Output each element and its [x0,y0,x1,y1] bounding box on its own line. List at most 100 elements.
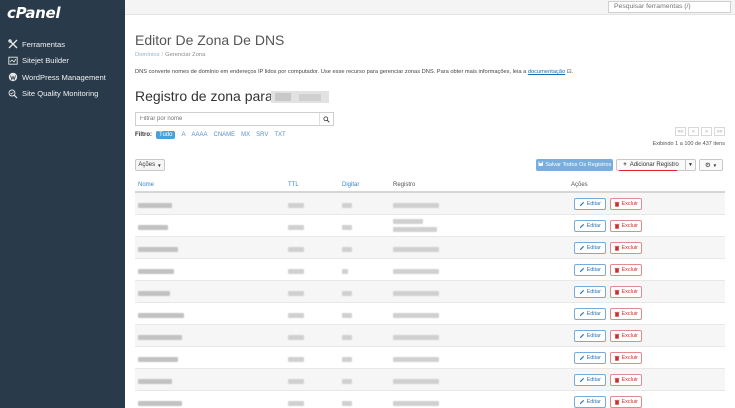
tools-icon [7,39,18,50]
delete-button[interactable]: Excluir [610,351,642,364]
breadcrumb: Domínios / Gerenciar Zona [135,52,205,58]
gear-icon: ⚙ [704,162,711,169]
pencil-icon [579,399,585,405]
sidebar: cPanel Ferramentas Sitejet Builder WordP… [0,0,125,408]
cell-ttl [288,195,342,213]
sidebar-nav: Ferramentas Sitejet Builder WordPress Ma… [0,36,125,102]
redacted-name [138,312,184,318]
redacted-ttl [288,356,304,362]
delete-button[interactable]: Excluir [610,219,642,232]
filter-input[interactable] [136,113,311,125]
redacted-name [138,334,182,340]
sidebar-item-ferramentas[interactable]: Ferramentas [0,36,125,52]
delete-button[interactable]: Excluir [610,263,642,276]
search-icon[interactable] [319,113,333,125]
redacted-domain [271,91,329,103]
next-page-button[interactable]: > [701,127,712,136]
edit-button[interactable]: Editar [574,197,606,210]
edit-button[interactable]: Editar [574,329,606,342]
edit-button[interactable]: Editar [574,241,606,254]
filter-option-srv[interactable]: SRV [256,132,268,138]
settings-dropdown-button[interactable]: ⚙ ▼ [699,159,723,171]
cell-ttl [288,217,342,235]
tool-search [608,1,731,13]
cell-actions: Editar Excluir [571,241,725,254]
cell-ttl [288,327,342,345]
sidebar-item-sitejet[interactable]: Sitejet Builder [0,53,125,69]
delete-label: Excluir [621,288,638,295]
delete-button[interactable]: Excluir [610,197,642,210]
breadcrumb-root-link[interactable]: Domínios [135,52,159,58]
edit-button[interactable]: Editar [574,263,606,276]
actions-label: Ações [138,162,156,168]
cell-name [135,393,288,408]
cell-type [342,239,393,257]
redacted-ttl [288,334,304,340]
table-row: Editar Excluir [135,369,725,391]
edit-label: Editar [586,354,601,361]
sidebar-item-site-quality[interactable]: Site Quality Monitoring [0,86,125,102]
tool-search-input[interactable] [614,3,725,10]
edit-label: Editar [586,200,601,207]
cell-actions: Editar Excluir [571,285,725,298]
delete-button[interactable]: Excluir [610,307,642,320]
redacted-record [393,202,439,208]
cell-name [135,371,288,389]
delete-button[interactable]: Excluir [610,395,642,408]
main-content: Editor De Zona De DNS Domínios / Gerenciar… [125,15,735,408]
delete-button[interactable]: Excluir [610,241,642,254]
redacted-ttl [288,290,304,296]
filter-option-txt[interactable]: TXT [274,132,285,138]
filter-box [135,112,334,126]
redacted-name [138,378,172,384]
monitoring-icon [7,88,18,99]
delete-button[interactable]: Excluir [610,285,642,298]
table-row: Editar Excluir [135,237,725,259]
filter-option-mx[interactable]: MX [241,132,250,138]
edit-label: Editar [586,222,601,229]
edit-button[interactable]: Editar [574,351,606,364]
caret-down-icon: ▼ [712,162,718,168]
header-name[interactable]: Nome [135,182,288,188]
cell-name [135,305,288,323]
pencil-icon [579,311,585,317]
delete-button[interactable]: Excluir [610,329,642,342]
cell-record [393,219,571,232]
header-type[interactable]: Digitar [342,182,393,188]
filter-option-tudo[interactable]: Tudo [156,131,176,139]
cpanel-logo[interactable]: cPanel [7,4,61,22]
filter-option-a[interactable]: A [181,132,185,138]
save-all-label: Salvar Todos Os Registros [545,162,612,168]
delete-label: Excluir [621,332,638,339]
edit-button[interactable]: Editar [574,285,606,298]
pencil-icon [579,201,585,207]
dns-records-table: Nome TTL Digitar Registro Ações Editar Ex… [135,179,725,408]
trash-icon [614,267,620,273]
prev-page-button[interactable]: < [688,127,699,136]
filter-option-aaaa[interactable]: AAAA [191,132,207,138]
filter-option-cname[interactable]: CNAME [213,132,235,138]
cell-actions: Editar Excluir [571,395,725,408]
edit-button[interactable]: Editar [574,219,606,232]
add-record-dropdown-toggle[interactable]: ▼ [685,159,696,171]
edit-button[interactable]: Editar [574,395,606,408]
save-all-records-button[interactable]: Salvar Todos Os Registros [536,159,613,171]
last-page-button[interactable]: >> [714,127,725,136]
redacted-type [342,334,352,340]
first-page-button[interactable]: << [675,127,686,136]
documentation-link[interactable]: documentação [528,69,565,75]
edit-button[interactable]: Editar [574,307,606,320]
edit-button[interactable]: Editar [574,373,606,386]
sidebar-item-wordpress[interactable]: WordPress Management [0,69,125,85]
cell-actions: Editar Excluir [571,373,725,386]
type-filter-row: Filtro: Tudo A AAAA CNAME MX SRV TXT [135,131,292,139]
redacted-ttl [288,268,304,274]
trash-icon [614,311,620,317]
page-description: DNS converte nomes de domínio em endereç… [135,69,574,75]
filter-label: Filtro: [135,132,152,138]
header-ttl[interactable]: TTL [288,182,342,188]
delete-button[interactable]: Excluir [610,373,642,386]
edit-label: Editar [586,244,601,251]
redacted-type [342,312,352,318]
actions-dropdown-button[interactable]: Ações ▼ [135,159,165,171]
